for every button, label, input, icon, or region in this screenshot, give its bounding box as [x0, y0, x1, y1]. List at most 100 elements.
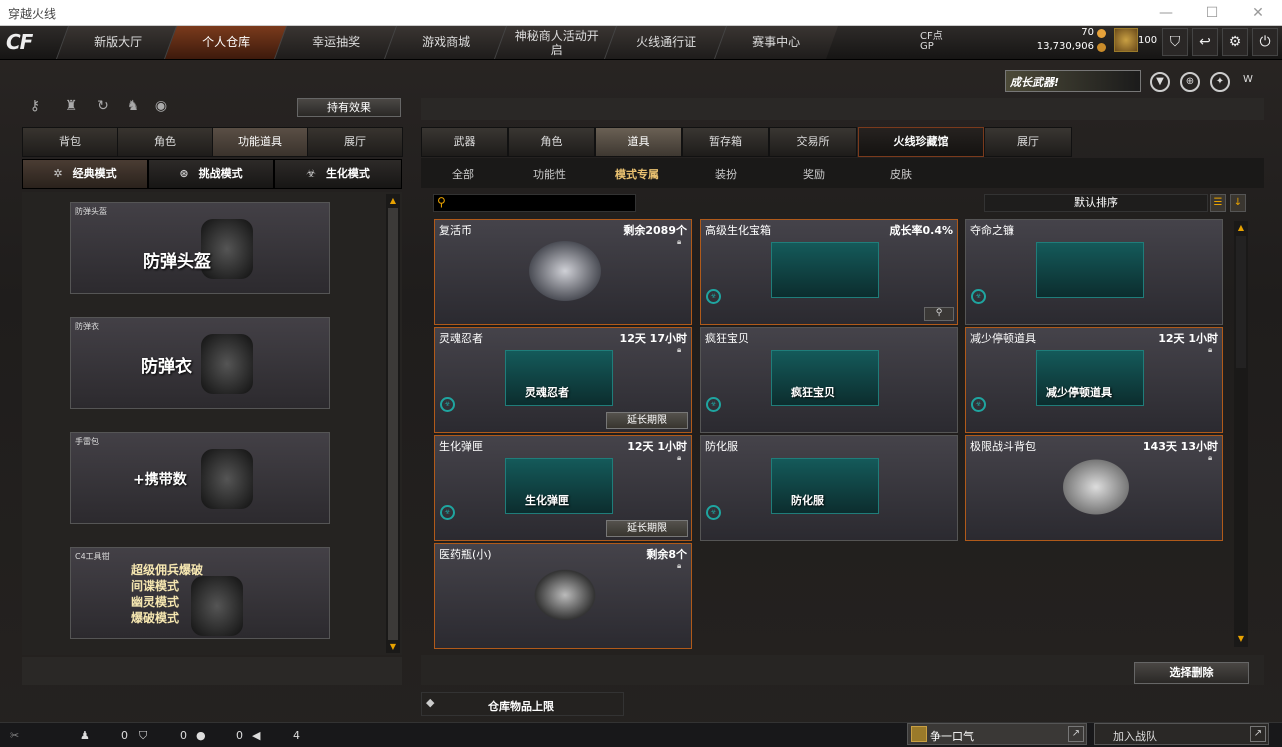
left-scroll-thumb[interactable] [388, 208, 398, 640]
left-tab-showroom[interactable]: 展厅 [307, 127, 403, 157]
right-tab-weapons[interactable]: 武器 [421, 127, 508, 157]
rank-badge-icon[interactable] [1114, 28, 1138, 52]
bio-badge-icon: ☣ [971, 289, 986, 304]
sub-outfit[interactable]: 装扮 [715, 166, 737, 182]
friends-icon[interactable]: ♟ [80, 729, 90, 742]
preview-icon[interactable]: ⚲ [924, 307, 954, 321]
star-icon[interactable]: ✦ [1210, 72, 1230, 92]
nav-tab-lobby[interactable]: 新版大厅 [55, 26, 181, 59]
chat-count: 0 [236, 729, 243, 742]
title-bar: 穿越火线 — ☐ ✕ [0, 0, 1282, 26]
hold-effect-button[interactable]: 持有效果 [297, 98, 401, 117]
right-tab-collection[interactable]: 火线珍藏馆 [858, 127, 984, 157]
nav-tab-lottery[interactable]: 幸运抽奖 [273, 26, 399, 59]
sort-order-icon[interactable]: ↓ [1230, 194, 1246, 212]
return-icon[interactable]: ↩ [1192, 28, 1218, 56]
card-revive-coin[interactable]: 复活币 剩余2089个 🔒︎ [434, 219, 692, 325]
sub-all[interactable]: 全部 [452, 166, 474, 182]
close-icon[interactable]: ✕ [1235, 0, 1281, 26]
mode-tab-bio[interactable]: ☣ 生化模式 [274, 159, 402, 189]
key-icon[interactable]: ⚷ [24, 98, 46, 118]
right-tab-storage[interactable]: 暂存箱 [682, 127, 769, 157]
card-crazy-baby[interactable]: 疯狂宝贝 疯狂宝贝 ☣ [700, 327, 958, 433]
sort-dropdown[interactable]: 默认排序 [984, 194, 1208, 212]
card-hazmat[interactable]: 防化服 防化服 ☣ [700, 435, 958, 541]
window-title: 穿越火线 [8, 7, 57, 21]
expand-icon[interactable]: ↗ [1068, 726, 1084, 742]
hazmat-icon [771, 458, 879, 514]
join-team-box[interactable]: 加入战队 ↗ [1094, 723, 1269, 745]
extend-button[interactable]: 延长期限 [606, 520, 688, 537]
right-tab-characters[interactable]: 角色 [508, 127, 595, 157]
item-helmet[interactable]: 防弹头盔 防弹头盔 [70, 202, 330, 294]
sub-reward[interactable]: 奖励 [803, 166, 825, 182]
right-scroll-thumb[interactable] [1236, 236, 1246, 368]
nav-tab-shop[interactable]: 游戏商城 [383, 26, 509, 59]
right-scroll-down-icon[interactable]: ▼ [1235, 634, 1247, 644]
shield-icon[interactable]: ⛉ [1162, 28, 1188, 56]
tool-icon[interactable]: ✂ [10, 729, 19, 742]
card-medkit[interactable]: 医药瓶(小) 剩余8个 🔒︎ [434, 543, 692, 649]
item-vest[interactable]: 防弹衣 防弹衣 [70, 317, 330, 409]
nav-tab-pass[interactable]: 火线通行证 [603, 26, 729, 59]
clan-icon[interactable]: ⛉ [139, 729, 147, 743]
refresh-icon[interactable]: ↻ [92, 98, 114, 118]
nav-tab-merchant[interactable]: 神秘商人活动开启 [493, 26, 619, 59]
currency-panel: CF点 70 GP 13,730,906 [916, 27, 1106, 55]
lock-icon: 🔒︎ [677, 237, 682, 246]
mode-tab-classic[interactable]: ✲ 经典模式 [22, 159, 148, 189]
bio-badge-icon: ☣ [706, 289, 721, 304]
maximize-icon[interactable]: ☐ [1189, 0, 1235, 26]
building-icon[interactable]: ♜ [60, 98, 82, 118]
bio-badge-icon: ☣ [440, 397, 455, 412]
right-scroll-up-icon[interactable]: ▲ [1235, 223, 1247, 233]
card-soul-ninja[interactable]: 灵魂忍者 12天 17小时 🔒︎ 灵魂忍者 ☣ 延长期限 [434, 327, 692, 433]
select-delete-button[interactable]: 选择删除 [1134, 662, 1249, 684]
wing-icon[interactable]: W [1238, 72, 1258, 92]
nav-tab-events[interactable]: 赛事中心 [713, 26, 839, 59]
crosshair-icon[interactable]: ⊕ [1180, 72, 1200, 92]
sub-skin[interactable]: 皮肤 [890, 166, 912, 182]
extend-button[interactable]: 延长期限 [606, 412, 688, 429]
left-item-list: 防弹头盔 防弹头盔 防弹衣 防弹衣 手雷包 +携带数 C4工具钳 超级佣兵爆破 … [22, 192, 402, 655]
search-input[interactable]: ⚲ [433, 194, 636, 212]
capacity-bar[interactable]: ◆ 仓库物品上限 [421, 692, 624, 716]
item-grenade-pack[interactable]: 手雷包 +携带数 [70, 432, 330, 524]
mouse-icon[interactable]: ◉ [150, 98, 172, 118]
card-combat-bag[interactable]: 极限战斗背包 143天 13小时 🔒︎ [965, 435, 1223, 541]
right-tab-exchange[interactable]: 交易所 [769, 127, 857, 157]
sub-mode-exclusive[interactable]: 模式专属 [615, 166, 659, 182]
left-scroll-down-icon[interactable]: ▼ [387, 642, 399, 652]
card-scythe[interactable]: 夺命之镰 ☣ [965, 219, 1223, 325]
sub-functional[interactable]: 功能性 [533, 166, 566, 182]
left-scroll-up-icon[interactable]: ▲ [387, 196, 399, 206]
left-tab-bag[interactable]: 背包 [22, 127, 118, 157]
mode-tab-challenge[interactable]: ⊛ 挑战模式 [148, 159, 274, 189]
gp-coin-icon [1097, 43, 1106, 52]
nav-tab-warehouse[interactable]: 个人仓库 [163, 26, 289, 59]
badge-icon-1[interactable]: ▼ [1150, 72, 1170, 92]
card-reduce-stun[interactable]: 减少停顿道具 12天 1小时 🔒︎ 减少停顿道具 ☣ [965, 327, 1223, 433]
right-tab-showroom[interactable]: 展厅 [984, 127, 1072, 157]
person-icon[interactable]: ♞ [122, 98, 144, 118]
card-bio-magazine[interactable]: 生化弹匣 12天 1小时 🔒︎ 生化弹匣 ☣ 延长期限 [434, 435, 692, 541]
minimize-icon[interactable]: — [1143, 0, 1189, 26]
growth-weapon-banner[interactable]: 成长武器! [1005, 70, 1141, 92]
left-tab-character[interactable]: 角色 [117, 127, 213, 157]
card-bio-chest[interactable]: 高级生化宝箱 成长率0.4% ☣ ⚲ [700, 219, 958, 325]
chat-icon[interactable]: ● [196, 729, 206, 742]
left-tab-function[interactable]: 功能道具 [212, 127, 308, 157]
sub-nav: 全部 功能性 模式专属 装扮 奖励 皮肤 [421, 158, 1264, 188]
cf-value: 70 [1081, 27, 1094, 38]
item-c4-tool[interactable]: C4工具钳 超级佣兵爆破 间谍模式 幽灵模式 爆破模式 [70, 547, 330, 639]
power-icon[interactable]: ⏻ [1252, 28, 1278, 56]
list-view-icon[interactable]: ☰ [1210, 194, 1226, 212]
bio-badge-icon: ☣ [440, 505, 455, 520]
clan-chat-box[interactable]: 争一口气 ↗ [907, 723, 1087, 745]
speaker-icon[interactable]: ◀ [252, 729, 260, 742]
settings-icon[interactable]: ⚙ [1222, 28, 1248, 56]
grenade-icon [201, 449, 253, 509]
right-tab-items[interactable]: 道具 [595, 127, 682, 157]
bio-chest-icon [771, 242, 879, 298]
expand-icon[interactable]: ↗ [1250, 726, 1266, 742]
